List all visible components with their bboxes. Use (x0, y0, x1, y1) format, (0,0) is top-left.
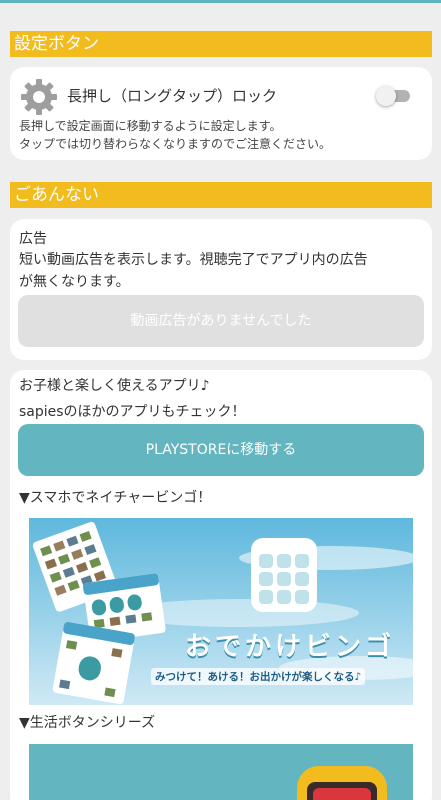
section-header-settings: 設定ボタン (10, 31, 432, 57)
gear-icon (21, 79, 57, 115)
long-press-lock-card: 長押し（ロングタップ）ロック 長押しで設定画面に移動するように設定します。 タッ… (10, 67, 432, 160)
ad-card: 広告 短い動画広告を表示します。視聴完了でアプリ内の広告 が無くなります。 動画… (10, 219, 432, 360)
bingo-banner-subtitle: みつけて！あける！お出かけが楽しくなる♪ (151, 668, 366, 685)
top-accent-line (0, 0, 441, 3)
toggle-knob (376, 86, 396, 106)
apps-intro-line1: お子様と楽しく使えるアプリ♪ (19, 378, 210, 394)
bingo-banner-title: おでかけビンゴ (185, 632, 396, 662)
lock-description-line2: タップでは切り替わらなくなりますのでご注意ください。 (19, 137, 332, 151)
playstore-button[interactable]: PLAYSTOREに移動する (18, 424, 424, 476)
other-apps-card: お子様と楽しく使えるアプリ♪ sapiesのほかのアプリもチェック！ PLAYS… (10, 370, 432, 800)
nature-bingo-label: ▼スマホでネイチャービンゴ！ (19, 490, 212, 506)
lock-description-line1: 長押しで設定画面に移動するように設定します。 (19, 119, 282, 133)
ad-description-line1: 短い動画広告を表示します。視聴完了でアプリ内の広告 (19, 252, 368, 268)
long-press-lock-title: 長押し（ロングタップ）ロック (67, 87, 278, 105)
grid-icon (251, 538, 317, 612)
watch-ad-button[interactable]: 動画広告がありませんでした (18, 295, 424, 347)
life-buttons-label: ▼生活ボタンシリーズ (19, 715, 156, 731)
apps-intro-line2: sapiesのほかのアプリもチェック！ (19, 404, 246, 420)
life-buttons-banner[interactable] (29, 744, 413, 800)
ad-description-line2: が無くなります。 (19, 274, 130, 290)
ad-title: 広告 (19, 231, 47, 247)
section-header-info: ごあんない (10, 182, 432, 208)
life-buttons-banner-art (29, 744, 413, 800)
long-press-lock-toggle[interactable] (376, 86, 412, 106)
nature-bingo-banner[interactable]: おでかけビンゴ みつけて！あける！お出かけが楽しくなる♪ (29, 518, 413, 705)
